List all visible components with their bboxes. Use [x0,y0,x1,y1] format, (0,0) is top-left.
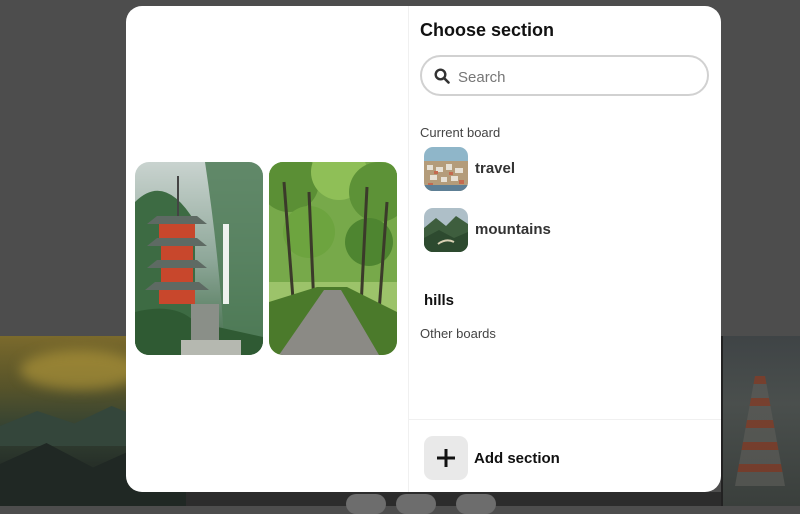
section-label: hills [424,292,455,309]
board-thumbnail-mountains [424,208,468,252]
add-section-footer: Add section [409,419,721,492]
background-pin-image [721,336,800,506]
preview-image-pagoda [135,162,263,355]
current-board-label: Current board [420,125,501,140]
search-box[interactable] [420,55,709,96]
preview-image-forest-road [269,162,397,355]
choose-section-modal: Choose section Current board [126,6,721,492]
plus-icon [437,449,455,467]
background-toolbar [186,492,721,514]
section-item-travel[interactable]: travel [424,147,709,191]
section-label: mountains [475,221,551,238]
search-icon [434,68,450,84]
add-section-label[interactable]: Add section [474,450,560,467]
other-boards-label: Other boards [420,326,496,341]
section-item-hills[interactable]: hills [424,279,709,323]
section-picker-panel: Choose section Current board [408,6,721,492]
add-section-button[interactable] [424,436,468,480]
pin-preview [126,6,408,492]
board-thumbnail-travel [424,147,468,191]
section-item-mountains[interactable]: mountains [424,208,709,252]
section-label: travel [475,160,516,177]
modal-title: Choose section [420,20,555,40]
search-input[interactable] [456,65,700,89]
